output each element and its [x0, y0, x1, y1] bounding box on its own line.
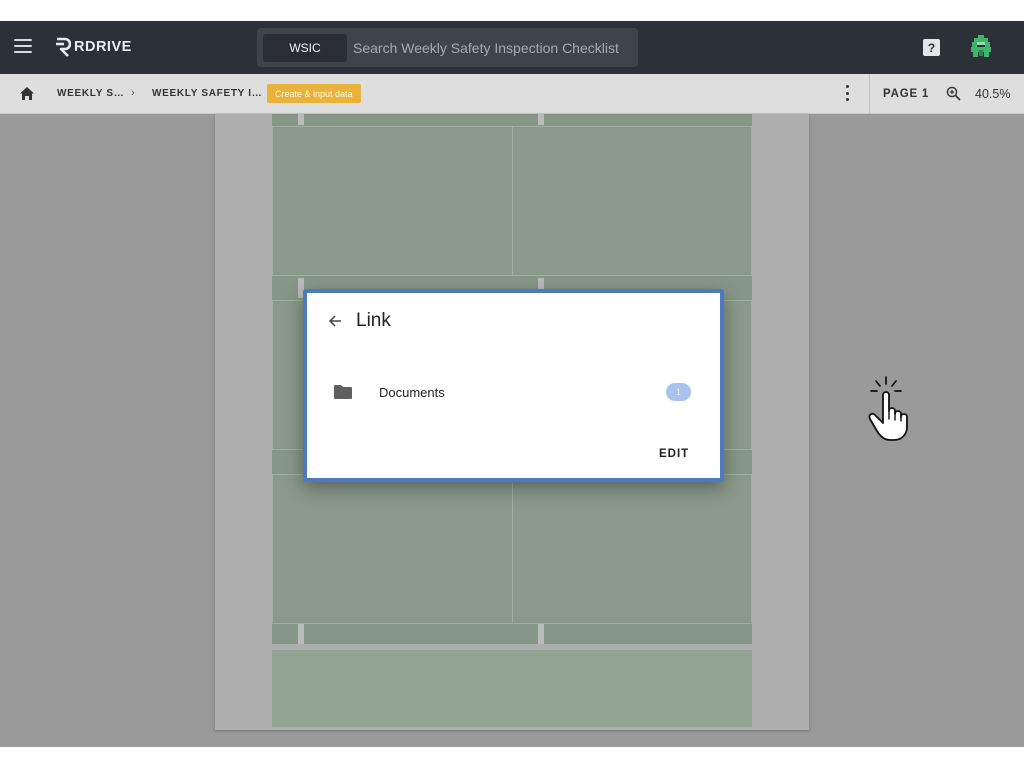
form-cell	[512, 126, 752, 276]
zoom-level[interactable]: 40.5%	[975, 87, 1010, 101]
folder-icon	[334, 385, 352, 399]
breadcrumb-item[interactable]: WEEKLY S…	[57, 88, 124, 99]
form-row-divider	[272, 624, 752, 644]
breadcrumb-bar: WEEKLY S… › WEEKLY SAFETY I… Create & in…	[0, 74, 1024, 114]
breadcrumb-item[interactable]: WEEKLY SAFETY I…	[152, 88, 262, 99]
avatar[interactable]	[969, 35, 993, 59]
home-icon[interactable]	[19, 86, 35, 101]
rdrive-logo-icon	[56, 37, 71, 57]
logo-text: RDRIVE	[74, 39, 132, 55]
tap-pointer-icon	[868, 376, 908, 441]
arrow-left-icon[interactable]	[327, 313, 343, 329]
form-marker	[538, 624, 544, 644]
form-cell	[512, 474, 752, 624]
edit-button[interactable]: EDIT	[659, 448, 689, 460]
search-input[interactable]	[353, 33, 638, 62]
form-marker	[538, 114, 544, 125]
link-dialog: Link Documents 1 EDIT	[303, 289, 724, 482]
more-vertical-icon[interactable]	[846, 85, 850, 101]
divider	[869, 74, 870, 114]
form-footer	[272, 650, 752, 727]
count-badge: 1	[666, 383, 691, 401]
search-scope-chip[interactable]: WSIC	[263, 33, 347, 62]
form-cell	[272, 126, 513, 276]
page-indicator[interactable]: PAGE 1	[883, 88, 929, 100]
form-marker	[298, 114, 304, 125]
top-app-bar: RDRIVE WSIC ?	[0, 21, 1024, 74]
create-input-data-button[interactable]: Create & input data	[267, 84, 361, 103]
search-bar[interactable]: WSIC	[257, 28, 638, 67]
zoom-in-icon[interactable]	[946, 86, 961, 101]
link-row-documents[interactable]: Documents 1	[307, 375, 720, 411]
form-marker	[298, 624, 304, 644]
row-label: Documents	[379, 385, 445, 400]
menu-icon[interactable]	[14, 39, 32, 53]
dialog-title: Link	[356, 310, 391, 331]
form-cell	[272, 474, 513, 624]
form-row-divider	[272, 114, 752, 126]
logo[interactable]: RDRIVE	[55, 36, 132, 58]
breadcrumb-separator: ›	[131, 87, 135, 99]
app-window: RDRIVE WSIC ? WEEKLY S… › WEEKLY SAFETY …	[0, 21, 1024, 747]
help-icon[interactable]: ?	[923, 39, 940, 56]
